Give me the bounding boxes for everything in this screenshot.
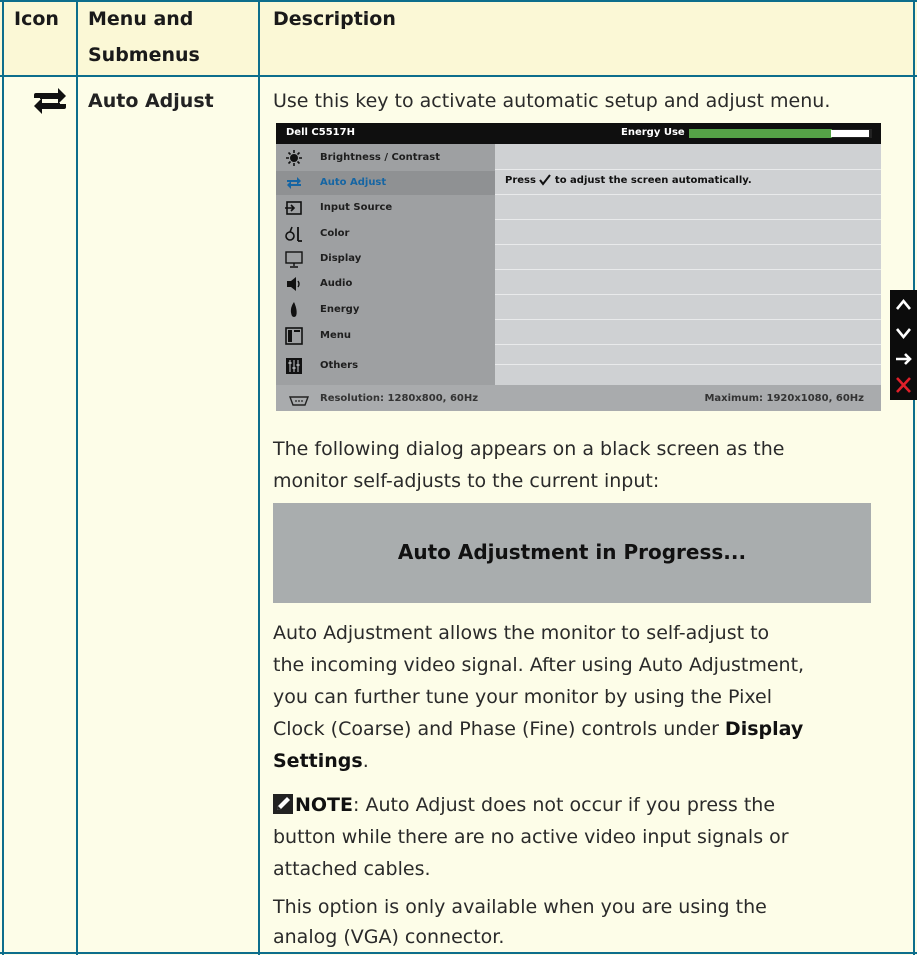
osd-item-label: Audio (320, 278, 353, 289)
osd-item-color[interactable]: Color (276, 222, 495, 246)
osd-item-others[interactable]: Others (276, 354, 495, 378)
display-settings-link-part2: Settings (273, 750, 363, 772)
auto-adjust-arrows-icon (30, 86, 70, 116)
osd-message-suffix: to adjust the screen automatically. (554, 175, 752, 186)
header-menu-line1: Menu and (88, 8, 194, 30)
note-text-1: : Auto Adjust does not occur if you pres… (353, 794, 776, 816)
osd-maximum: Maximum: 1920x1080, 60Hz (704, 393, 864, 404)
osd-status-bar: Resolution: 1280x800, 60Hz Maximum: 1920… (276, 385, 881, 411)
osd-energy-bar (689, 129, 872, 138)
osd-menu-list: Brightness / Contrast Auto Adjust Input … (276, 144, 495, 385)
osd-resolution: Resolution: 1280x800, 60Hz (320, 393, 479, 404)
table-border-col1 (76, 0, 78, 955)
osd-row-divider (495, 194, 881, 195)
checkmark-icon (539, 174, 552, 189)
para1-line1: Auto Adjustment allows the monitor to se… (273, 622, 770, 644)
osd-row-divider (495, 244, 881, 245)
osd-row-divider (495, 269, 881, 270)
osd-energy-label: Energy Use (621, 127, 685, 138)
note-pencil-icon (273, 793, 293, 824)
display-icon (285, 250, 303, 268)
brightness-icon (285, 149, 303, 167)
osd-title-bar: Dell C5517H Energy Use (276, 123, 881, 144)
note-line2: button while there are no active video i… (273, 826, 789, 848)
table-header-divider (0, 75, 917, 77)
color-icon (285, 225, 303, 243)
header-icon: Icon (14, 8, 59, 30)
para1-line4-text: Clock (Coarse) and Phase (Fine) controls… (273, 718, 725, 740)
menu-name-auto-adjust: Auto Adjust (88, 90, 214, 112)
osd-item-brightness[interactable]: Brightness / Contrast (276, 146, 495, 170)
osd-row-divider (495, 219, 881, 220)
table-border-col2 (258, 0, 260, 955)
document-page: Icon Menu and Submenus Description Auto … (0, 0, 917, 955)
para3-line1: This option is only available when you a… (273, 896, 767, 918)
osd-row-divider (495, 294, 881, 295)
vga-connector-icon (288, 392, 310, 411)
progress-text: Auto Adjustment in Progress... (397, 540, 747, 564)
osd-item-label: Color (320, 228, 350, 239)
osd-energy-fill (689, 129, 832, 138)
close-icon[interactable] (890, 372, 917, 398)
note-line1: NOTE: Auto Adjust does not occur if you … (273, 790, 903, 824)
down-arrow-icon[interactable] (890, 320, 917, 346)
intro-text: Use this key to activate automatic setup… (273, 90, 831, 112)
osd-item-energy[interactable]: Energy (276, 298, 495, 322)
osd-item-display[interactable]: Display (276, 247, 495, 271)
note-line3: attached cables. (273, 858, 431, 880)
header-menu-line2: Submenus (88, 44, 200, 66)
para1-line4: Clock (Coarse) and Phase (Fine) controls… (273, 714, 903, 745)
table-border-left (2, 0, 4, 955)
auto-adjust-icon (285, 174, 303, 192)
dialog-intro-line1: The following dialog appears on a black … (273, 438, 785, 460)
para1-line5-text: . (362, 750, 369, 772)
up-arrow-icon[interactable] (890, 292, 917, 318)
display-settings-link-part1: Display (724, 718, 804, 740)
audio-icon (285, 275, 303, 293)
header-description: Description (273, 8, 396, 30)
auto-adjust-progress-dialog: Auto Adjustment in Progress... (273, 503, 871, 603)
note-label: NOTE (295, 794, 353, 816)
menu-icon (285, 327, 303, 345)
dialog-intro-line2: monitor self-adjusts to the current inpu… (273, 470, 660, 492)
table-border-right (913, 0, 915, 955)
osd-row-divider (495, 364, 881, 365)
right-arrow-icon[interactable] (890, 346, 917, 372)
osd-item-audio[interactable]: Audio (276, 272, 495, 296)
osd-item-label: Input Source (320, 202, 393, 213)
osd-item-auto-adjust[interactable]: Auto Adjust (276, 171, 495, 195)
osd-row-divider (495, 344, 881, 345)
osd-model-name: Dell C5517H (286, 127, 355, 138)
osd-item-label: Brightness / Contrast (320, 152, 440, 163)
osd-item-label: Energy (320, 304, 360, 315)
para1-line2: the incoming video signal. After using A… (273, 654, 805, 676)
osd-message: Press to adjust the screen automatically… (505, 174, 752, 189)
osd-row-divider (495, 319, 881, 320)
osd-energy-remaining (831, 130, 869, 137)
osd-submenu-panel: Press to adjust the screen automatically… (495, 144, 881, 385)
para1-line3: you can further tune your monitor by usi… (273, 686, 772, 708)
para1-line5: Settings. (273, 746, 903, 777)
input-source-icon (285, 199, 303, 217)
osd-item-label: Menu (320, 330, 351, 341)
osd-item-menu[interactable]: Menu (276, 324, 495, 348)
osd-item-label: Others (320, 360, 359, 371)
osd-message-prefix: Press (505, 175, 536, 186)
para3-line2: analog (VGA) connector. (273, 926, 505, 948)
osd-item-label: Display (320, 253, 362, 264)
osd-item-input-source[interactable]: Input Source (276, 196, 495, 220)
osd-row-divider (495, 169, 881, 170)
others-icon (285, 357, 303, 375)
osd-button-bar (890, 290, 917, 400)
osd-item-label: Auto Adjust (320, 177, 387, 188)
osd-screenshot: Dell C5517H Energy Use Brightness / Cont… (276, 123, 881, 411)
energy-icon (285, 301, 303, 319)
